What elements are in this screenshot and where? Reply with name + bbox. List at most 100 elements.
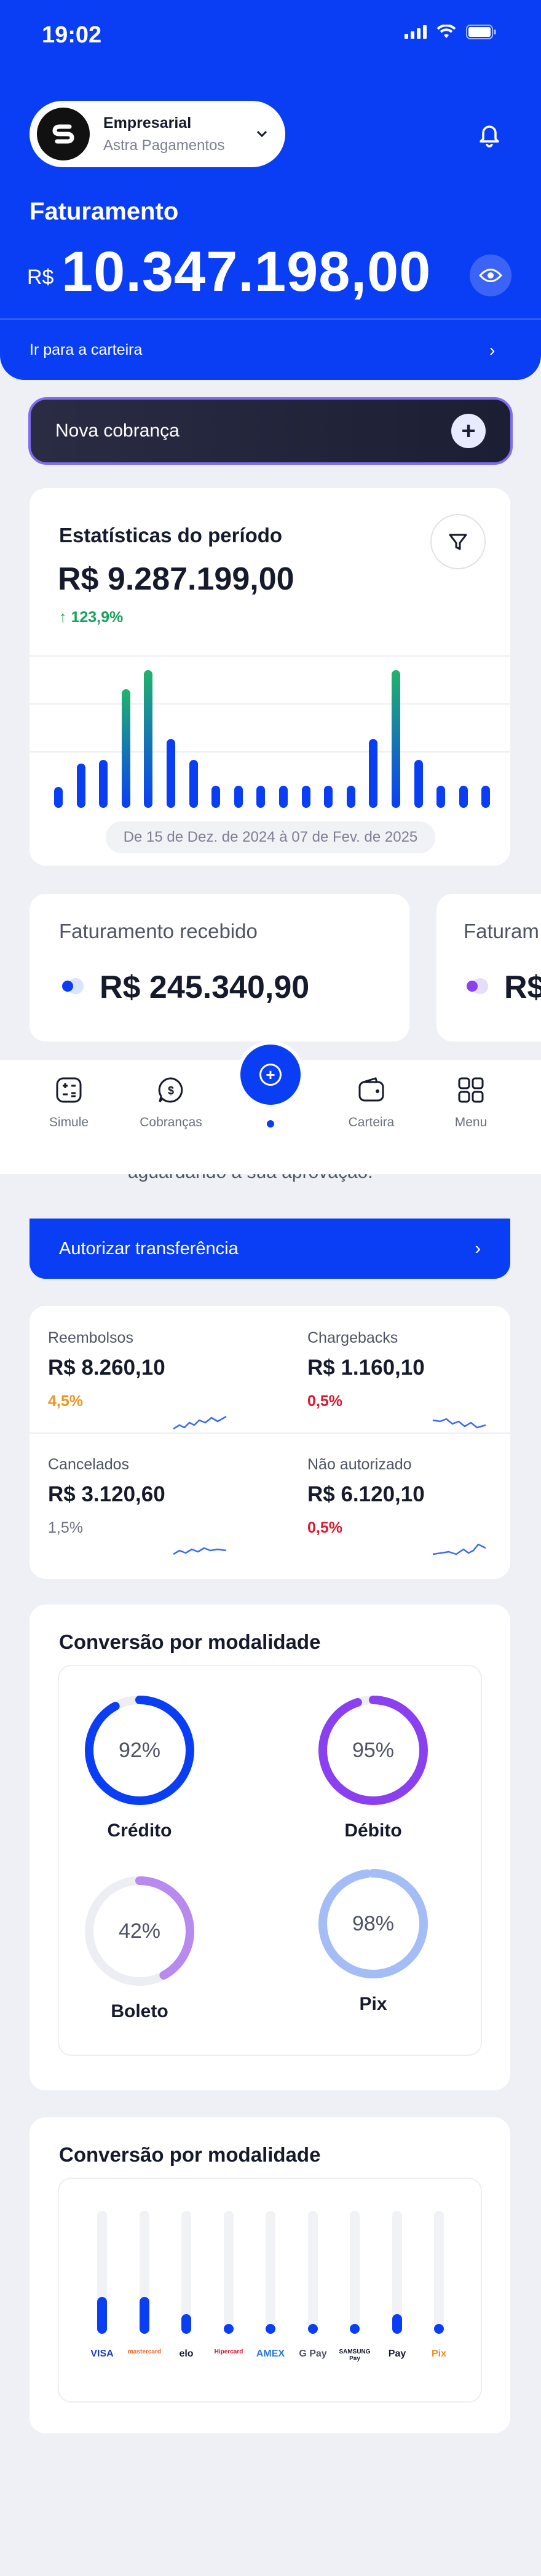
stats-title: Estatísticas do período xyxy=(59,524,283,547)
filter-button[interactable] xyxy=(430,514,486,569)
brand-bar-track xyxy=(308,2211,318,2334)
metric-label: Não autorizado xyxy=(307,1456,412,1473)
status-time: 19:02 xyxy=(42,22,102,48)
money-bubble-icon: $ xyxy=(158,1077,183,1103)
received-value: R$ 245.340,90 xyxy=(100,970,310,1005)
stats-value: R$ 9.287.199,00 xyxy=(58,561,294,597)
plus-icon: + xyxy=(259,1064,282,1086)
brand-bar-track xyxy=(392,2211,402,2334)
billing-label: Faturamento xyxy=(30,198,179,225)
brand-logo: mastercard xyxy=(128,2349,161,2355)
new-charge-button[interactable]: Nova cobrança + xyxy=(28,397,513,465)
sparkline-chart xyxy=(432,1418,486,1429)
stats-growth: ↑ 123,9% xyxy=(59,609,124,626)
active-indicator xyxy=(267,1120,274,1128)
stats-bar xyxy=(369,739,377,808)
authorize-transfer-label: Autorizar transferência xyxy=(59,1238,239,1258)
donut-label: Crédito xyxy=(107,1820,172,1841)
conversion-donut: 42% Boleto xyxy=(81,1873,198,2022)
donut-percentage: 98% xyxy=(352,1911,395,1935)
stats-bar xyxy=(279,786,288,808)
conversion-inner: 92% Crédito 95% Débito 42% Boleto 98% Pix xyxy=(58,1665,482,2056)
metric-item[interactable]: Chargebacks R$ 1.160,10 0,5% xyxy=(307,1329,516,1410)
brand-bar xyxy=(350,2324,360,2334)
nav-carteira[interactable]: Carteira xyxy=(328,1076,414,1130)
wifi-icon xyxy=(436,25,456,38)
signal-icon xyxy=(405,25,427,39)
conversion-donut: 92% Crédito xyxy=(81,1692,198,1841)
donut-percentage: 42% xyxy=(118,1919,161,1943)
wallet-link[interactable]: Ir para a carteira xyxy=(30,341,142,359)
nav-simule-label: Simule xyxy=(49,1115,89,1129)
brand-bar xyxy=(266,2324,275,2334)
stats-bar xyxy=(414,760,423,808)
metric-item[interactable]: Reembolsos R$ 8.260,10 4,5% xyxy=(48,1329,257,1410)
brand-logo: Hipercard xyxy=(214,2349,243,2355)
received-card-next[interactable]: Faturam R$ xyxy=(436,894,541,1041)
account-switcher[interactable]: Empresarial Astra Pagamentos xyxy=(30,101,285,167)
donut-label: Pix xyxy=(359,1994,387,2014)
brand-logo: VISA xyxy=(90,2349,114,2359)
received-title: Faturamento recebido xyxy=(59,920,258,942)
company-logo xyxy=(37,108,90,160)
nav-cobrancas[interactable]: $ Cobranças xyxy=(128,1076,214,1130)
received-card[interactable]: Faturamento recebido R$ 245.340,90 xyxy=(30,894,409,1041)
chart-gridline xyxy=(30,751,510,753)
chart-gridline xyxy=(30,655,510,657)
chart-gridline xyxy=(30,703,510,705)
donut-label: Débito xyxy=(344,1820,402,1841)
bell-icon[interactable] xyxy=(473,118,505,150)
chevron-down-icon xyxy=(256,130,267,138)
stats-bar xyxy=(99,760,108,808)
brand-bar-track xyxy=(266,2211,275,2334)
stats-bar xyxy=(481,786,490,808)
status-icons xyxy=(405,25,497,39)
metric-value: R$ 3.120,60 xyxy=(48,1482,165,1506)
nav-simule[interactable]: Simule xyxy=(26,1076,112,1130)
stats-bar xyxy=(54,787,63,808)
nav-menu[interactable]: Menu xyxy=(428,1076,514,1130)
metric-label: Cancelados xyxy=(48,1456,130,1473)
brand-bar-track xyxy=(97,2211,107,2334)
toggle-visibility-button[interactable] xyxy=(470,255,511,296)
stats-bar xyxy=(302,786,310,808)
battery-icon xyxy=(466,25,496,39)
stats-bar xyxy=(436,786,445,808)
metric-label: Reembolsos xyxy=(48,1329,133,1346)
brand-logo: G Pay xyxy=(299,2349,327,2359)
brand-logo: elo xyxy=(179,2349,194,2359)
account-company: Astra Pagamentos xyxy=(103,136,225,154)
stats-bar xyxy=(256,786,265,808)
stats-bar xyxy=(189,760,198,808)
nav-menu-label: Menu xyxy=(454,1115,488,1129)
stats-bar xyxy=(211,786,220,808)
brand-bar xyxy=(181,2314,191,2334)
billing-currency: R$ xyxy=(27,266,54,289)
donut-percentage: 92% xyxy=(118,1738,161,1762)
donut-percentage: 95% xyxy=(352,1738,395,1762)
donut-label: Boleto xyxy=(111,2001,168,2021)
brand-conversion-card: Conversão por modalidade VISA mastercard e… xyxy=(30,2117,510,2433)
stats-bar xyxy=(122,689,130,808)
brand-bar xyxy=(392,2314,402,2334)
date-range[interactable]: De 15 de Dez. de 2024 à 07 de Fev. de 20… xyxy=(106,821,435,853)
filter-icon xyxy=(449,534,467,550)
brand-bar-track xyxy=(140,2211,149,2334)
authorize-transfer-button[interactable]: Autorizar transferência › xyxy=(30,1219,510,1279)
calculator-icon xyxy=(56,1077,82,1103)
dual-dot-icon xyxy=(62,978,84,994)
brand-bar xyxy=(140,2297,149,2334)
metric-percentage: 1,5% xyxy=(48,1519,83,1536)
chevron-right-icon[interactable]: › xyxy=(489,341,495,360)
metric-item[interactable]: Não autorizado R$ 6.120,10 0,5% xyxy=(307,1456,516,1537)
metric-item[interactable]: Cancelados R$ 3.120,60 1,5% xyxy=(48,1456,257,1537)
brand-logo: SAMSUNG Pay xyxy=(339,2349,371,2362)
quick-action-button[interactable]: + xyxy=(237,1041,304,1108)
conversion-donut: 95% Débito xyxy=(315,1692,432,1841)
metric-value: R$ 6.120,10 xyxy=(307,1482,425,1506)
dual-dot-icon xyxy=(467,978,488,994)
brand-logo: Pix xyxy=(431,2349,446,2359)
divider xyxy=(30,1432,510,1434)
brand-logo: Pay xyxy=(388,2349,406,2359)
stats-bar xyxy=(324,786,333,808)
